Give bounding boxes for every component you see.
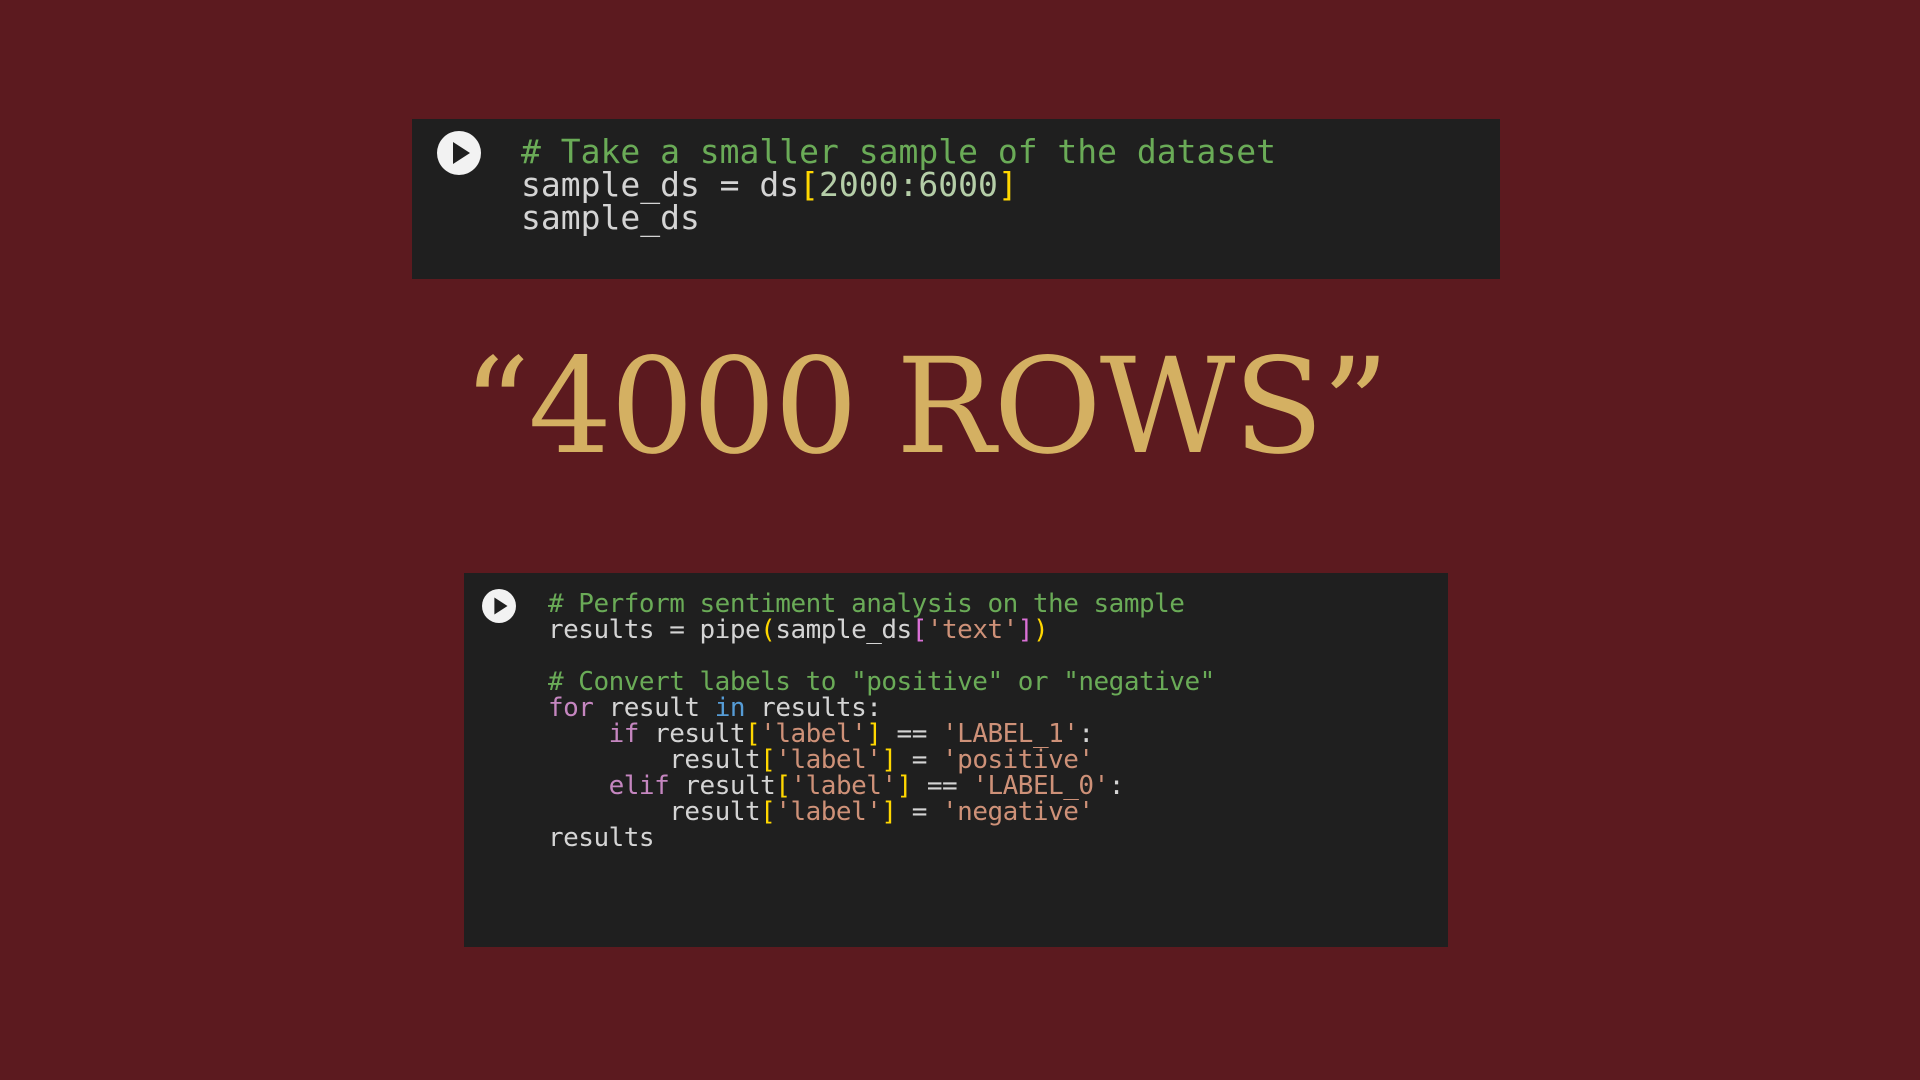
code-token-default: sample_ds — [775, 615, 912, 645]
run-cell-button[interactable] — [437, 131, 481, 175]
run-cell-button[interactable] — [482, 589, 516, 623]
code-token-string: 'text' — [926, 615, 1018, 645]
code-token-bracket: [ — [760, 797, 776, 827]
code-token-default: = — [896, 797, 943, 827]
code-line: elif result['label'] == 'LABEL_0': — [548, 769, 1215, 801]
code-line: # Perform sentiment analysis on the samp… — [548, 587, 1215, 619]
code-token-bracket: ) — [1032, 615, 1049, 645]
code-line: result['label'] = 'positive' — [548, 743, 1215, 775]
code-cell-sentiment[interactable]: # Perform sentiment analysis on the samp… — [464, 573, 1448, 947]
code-token-bracket2: [ — [911, 615, 928, 645]
code-token-bracket: [ — [799, 165, 820, 204]
code-token-bracket: ( — [760, 615, 776, 645]
code-editor[interactable]: # Perform sentiment analysis on the samp… — [548, 587, 1215, 853]
code-token-number: 2000:6000 — [819, 165, 998, 204]
code-token-default: : — [1108, 771, 1125, 801]
headline-text: “4000 ROWS” — [462, 330, 1390, 484]
code-token-default: results — [548, 823, 655, 853]
code-token-default: results = pipe — [548, 615, 761, 645]
code-editor[interactable]: # Take a smaller sample of the dataset sa… — [521, 129, 1276, 237]
code-token-default: sample_ds — [521, 198, 700, 237]
code-line: # Take a smaller sample of the dataset — [521, 129, 1276, 171]
play-icon — [453, 142, 470, 164]
code-cell-sample[interactable]: # Take a smaller sample of the dataset sa… — [412, 119, 1500, 279]
code-token-string: 'negative' — [942, 797, 1094, 827]
code-token-bracket: ] — [881, 797, 897, 827]
code-token-bracket: ] — [997, 165, 1018, 204]
code-line: if result['label'] == 'LABEL_1': — [548, 717, 1215, 749]
code-token-string: 'label' — [775, 797, 882, 827]
code-line: # Convert labels to "positive" or "negat… — [548, 665, 1215, 697]
code-token-bracket2: ] — [1017, 615, 1034, 645]
play-icon — [494, 597, 508, 615]
